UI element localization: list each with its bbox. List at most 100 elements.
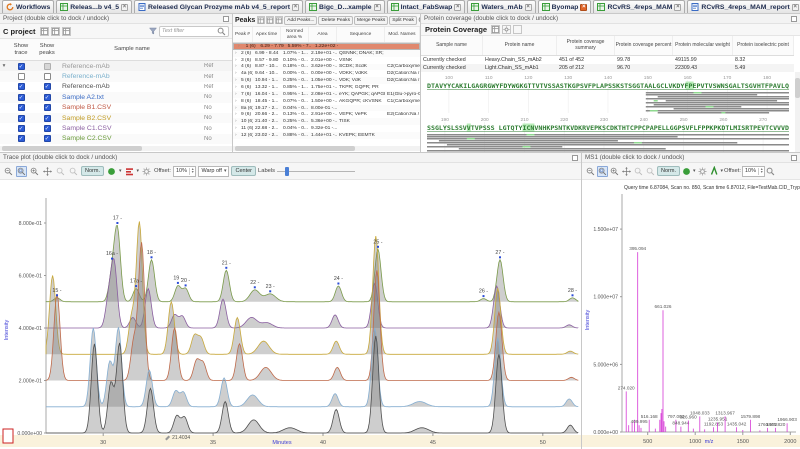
project-sample-row[interactable]: ✓ ✓ Reference-mAb Ref	[0, 82, 232, 92]
tab-waters-mab[interactable]: Waters_mAb ×	[467, 0, 536, 13]
float-window-icon[interactable]	[791, 15, 797, 22]
normalize-button[interactable]: Norm.	[657, 165, 680, 177]
chevron-down-icon[interactable]: ▾	[119, 168, 122, 174]
show-peaks-checkbox[interactable]: ✓	[43, 125, 51, 133]
coverage-col-protein-coverage-percent[interactable]: Protein coverage percent	[615, 36, 673, 55]
project-sample-row[interactable]: ✓ ✓ Sample C2.CSV No	[0, 133, 232, 144]
zoom-out-icon[interactable]	[585, 166, 596, 177]
chevron-down-icon[interactable]: ▾	[693, 168, 696, 174]
search-icon[interactable]	[766, 167, 775, 176]
show-trace-checkbox[interactable]: ✓	[17, 135, 25, 143]
float-window-icon[interactable]	[791, 154, 797, 161]
coverage-vertical-scrollbar[interactable]	[795, 72, 800, 152]
close-icon[interactable]: ×	[454, 3, 462, 11]
show-trace-checkbox[interactable]: ✓	[17, 62, 25, 70]
tab-bigc-d-xample[interactable]: Bigc_D...xample ×	[305, 0, 385, 13]
project-panel-titlebar[interactable]: Project (double click to dock / undock)	[0, 14, 232, 24]
peaks-horizontal-scrollbar[interactable]	[233, 146, 420, 151]
peaks-view-icon-2[interactable]	[266, 16, 275, 24]
pan-icon[interactable]	[621, 166, 632, 177]
project-horizontal-scrollbar[interactable]	[0, 146, 232, 151]
peak-row[interactable]: › 9 (6) 20.66 - 2... 0.13% - 0... 2.91e+00 -…	[233, 111, 420, 118]
close-icon[interactable]: ×	[121, 3, 128, 11]
peak-marker-style-icon[interactable]	[124, 166, 135, 177]
peaks-col-peak[interactable]: Peak #	[233, 27, 253, 42]
offset-stepper[interactable]: 10% ▲ ▼	[173, 165, 197, 177]
chevron-down-icon[interactable]: ▾	[721, 168, 724, 174]
zoom-undo-icon[interactable]	[633, 166, 644, 177]
view-options-icon[interactable]	[61, 26, 71, 36]
filter-icon[interactable]	[149, 27, 157, 35]
gear-icon[interactable]	[697, 166, 708, 177]
peak-row[interactable]: ›1 (6) 6.29 - 7.795.59% - 7...1.22e+02 -.…	[233, 43, 420, 50]
spinner-down-icon[interactable]: ▼	[191, 170, 194, 175]
coverage-col-protein-coverage-summary[interactable]: Protein coverage summary	[557, 36, 615, 55]
zoom-in-icon[interactable]	[29, 166, 40, 177]
close-icon[interactable]: ×	[674, 3, 682, 11]
trace-panel-titlebar[interactable]: Trace plot (double click to dock / undoc…	[0, 153, 581, 163]
show-trace-checkbox[interactable]: ✓	[17, 114, 25, 122]
coverage-panel-titlebar[interactable]: Protein coverage (double click to dock /…	[421, 14, 800, 24]
close-icon[interactable]: ×	[791, 3, 799, 11]
close-icon[interactable]: ×	[292, 3, 300, 11]
tab-released-glycan-prozyme-mab-v4-5-report[interactable]: Released Glycan Prozyme mAb v4_5_report ×	[134, 0, 304, 13]
show-peaks-checkbox[interactable]: ✓	[43, 83, 51, 91]
project-sample-row[interactable]: Reference-mAb Ref	[0, 71, 232, 82]
zoom-redo-icon[interactable]	[68, 166, 79, 177]
coverage-view-icon[interactable]	[491, 25, 501, 34]
coverage-col-protein-name[interactable]: Protein name	[483, 36, 557, 55]
slider-thumb[interactable]	[285, 166, 290, 176]
tab-releas-b-v4-5[interactable]: Releas...b v4_5 ×	[56, 0, 132, 13]
zoom-out-icon[interactable]	[3, 166, 14, 177]
pan-icon[interactable]	[42, 166, 53, 177]
ms1-panel-titlebar[interactable]: MS1 (double click to dock / undock)	[582, 153, 800, 163]
show-peaks-checkbox[interactable]: ✓	[43, 93, 51, 101]
search-icon[interactable]	[217, 27, 226, 36]
coverage-row[interactable]: Currently checked Light.Chain_SS_mAb1 205 …	[421, 64, 794, 72]
spinner-down-icon[interactable]: ▼	[760, 170, 763, 175]
peaks-col-mod-names[interactable]: Mod. Names	[385, 27, 420, 42]
row-expander-icon[interactable]: ›	[236, 44, 242, 49]
gear-icon[interactable]	[141, 166, 152, 177]
coverage-row[interactable]: Currently checked Heavy.Chain_SS_mAb2 451 …	[421, 56, 794, 64]
coverage-col-protein-molecular-weight[interactable]: Protein molecular weight	[673, 36, 733, 55]
peak-row[interactable]: › 12 (6) 23.02 - 2... 0.88% - 0... 1.44e+01 …	[233, 131, 420, 139]
show-peaks-checkbox[interactable]: ✓	[43, 114, 51, 122]
peak-row[interactable]: › 10 (6) 21.40 - 2... 0.25% - 0... 5.36e+00 …	[233, 118, 420, 126]
peaks-col-sequence[interactable]: Sequence	[337, 27, 385, 42]
peak-row[interactable]: › 6 (6) 13.32 - 1... 0.85% - 1... 1.75e+01 -…	[233, 84, 420, 91]
collapse-all-icon[interactable]	[50, 26, 60, 36]
project-text-filter-input[interactable]: Text filter	[159, 25, 229, 37]
tree-expander-icon[interactable]: ▾	[0, 63, 8, 69]
show-peaks-checkbox[interactable]: ✓	[43, 104, 51, 112]
zoom-in-icon[interactable]	[609, 166, 620, 177]
close-icon[interactable]: ×	[524, 3, 532, 11]
sequence-coverage-view[interactable]: 100 110 120 130 140 150 160 170 180 DTAVYYCAKILGA…	[423, 72, 793, 152]
chevron-down-icon[interactable]: ▾	[137, 168, 140, 174]
trace-plot-chart[interactable]: 0.000e+00 2.000e-01 4.000e-01 6.000e-01 8.00…	[0, 180, 581, 449]
merge-peaks-button[interactable]: Merge Peaks	[353, 15, 389, 25]
project-sample-row[interactable]: ✓ ✓ Sample A2.txt No	[0, 92, 232, 103]
coverage-col-protein-isoelectric-point[interactable]: Protein isoelectric point	[733, 36, 794, 55]
trace-style-icon[interactable]	[681, 166, 692, 177]
peak-row[interactable]: › 8a (6) 19.17 - 2... 0.04% - 0... 8.00e-01 …	[233, 104, 420, 112]
show-trace-checkbox[interactable]	[17, 73, 25, 81]
project-sample-row[interactable]: ✓ ✓ Sample B2.CSV No	[0, 112, 232, 124]
peak-row[interactable]: › 11 (6) 22.68 - 2... 0.04% - 0... 9.32e-01 …	[233, 125, 420, 132]
offset-stepper[interactable]: 10% ▲ ▼	[742, 165, 766, 177]
show-peaks-checkbox[interactable]	[43, 62, 51, 70]
tab-byomap[interactable]: Byomap ×	[537, 0, 592, 13]
tab-rcvrs-4reps-mam[interactable]: RCvRS_4reps_MAM ×	[593, 0, 686, 13]
zoom-region-icon[interactable]	[597, 165, 608, 177]
peak-row[interactable]: › 2 (6) 6.99 - 8.44 1.07% - 1... 2.19e+01 -.…	[233, 49, 420, 57]
delete-peaks-button[interactable]: Delete Peaks	[318, 15, 353, 25]
close-icon[interactable]: ×	[373, 3, 381, 11]
split-peak-button[interactable]: Split Peak	[389, 15, 417, 25]
project-sample-row[interactable]: ▾ ✓ Reference-mAb Ref	[0, 61, 232, 72]
peaks-view-icon-1[interactable]	[257, 16, 266, 24]
coverage-settings-icon[interactable]	[502, 25, 512, 34]
peaks-view-icon-3[interactable]	[275, 16, 284, 24]
col-show-trace[interactable]: Show trace	[8, 39, 34, 60]
show-peaks-checkbox[interactable]: ✓	[43, 135, 51, 143]
float-window-icon[interactable]	[572, 154, 578, 161]
